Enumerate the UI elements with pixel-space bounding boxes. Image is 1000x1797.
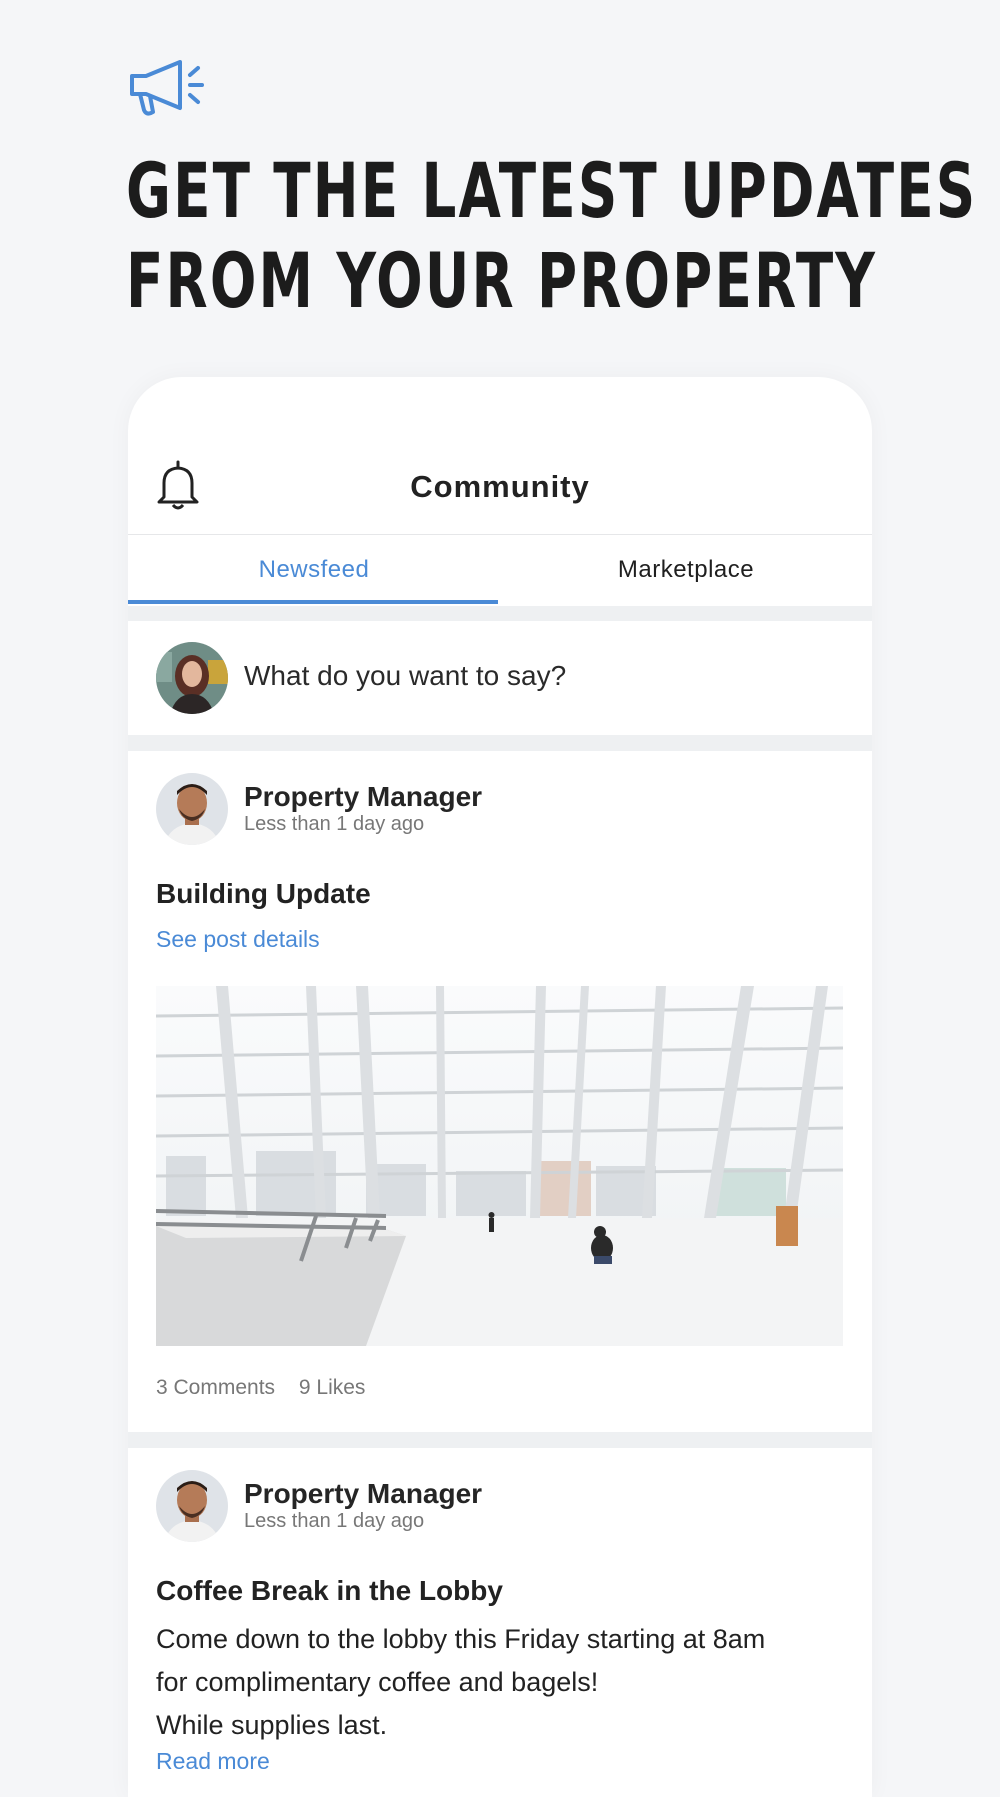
megaphone-icon: [130, 60, 204, 116]
headline-line-2: FROM YOUR PROPERTY: [126, 236, 878, 325]
composer-placeholder[interactable]: What do you want to say?: [244, 660, 566, 692]
tab-marketplace[interactable]: Marketplace: [500, 535, 872, 606]
user-avatar: [156, 642, 228, 714]
post-timestamp: Less than 1 day ago: [244, 1510, 425, 1532]
read-more-link[interactable]: Read more: [156, 1748, 270, 1775]
post-title: Building Update: [156, 878, 371, 909]
post-image[interactable]: [156, 986, 843, 1346]
app-title: Community: [410, 469, 590, 504]
author-avatar[interactable]: [156, 773, 228, 845]
post-body-line: for complimentary coffee and bagels!: [156, 1667, 599, 1697]
post-author[interactable]: Property Manager: [244, 781, 482, 813]
post-body-line: While supplies last.: [156, 1710, 388, 1740]
active-tab-indicator: [128, 600, 498, 604]
comments-count[interactable]: 3 Comments: [156, 1376, 275, 1399]
app-header: Community: [128, 377, 872, 535]
see-post-details-link[interactable]: See post details: [156, 926, 320, 953]
tab-newsfeed[interactable]: Newsfeed: [128, 535, 500, 606]
author-avatar[interactable]: [156, 1470, 228, 1542]
post-card: Property Manager Less than 1 day ago Bui…: [128, 751, 872, 1432]
post-stats: 3 Comments 9 Likes: [156, 1376, 383, 1400]
post-composer[interactable]: What do you want to say?: [128, 621, 872, 735]
likes-count[interactable]: 9 Likes: [299, 1376, 366, 1399]
headline-line-1: GET THE LATEST UPDATES: [126, 146, 978, 235]
post-body-line: Come down to the lobby this Friday start…: [156, 1624, 766, 1654]
post-timestamp: Less than 1 day ago: [244, 813, 425, 835]
tab-bar: Newsfeed Marketplace: [128, 535, 872, 606]
post-title: Coffee Break in the Lobby: [156, 1575, 503, 1606]
page-headline: GET THE LATEST UPDATES FROM YOUR PROPERT…: [126, 146, 978, 326]
phone-screen: Community Newsfeed Marketplace What do y…: [128, 377, 872, 1797]
post-body: Come down to the lobby this Friday start…: [156, 1618, 846, 1747]
post-author[interactable]: Property Manager: [244, 1478, 482, 1510]
post-card: Property Manager Less than 1 day ago Cof…: [128, 1448, 872, 1797]
